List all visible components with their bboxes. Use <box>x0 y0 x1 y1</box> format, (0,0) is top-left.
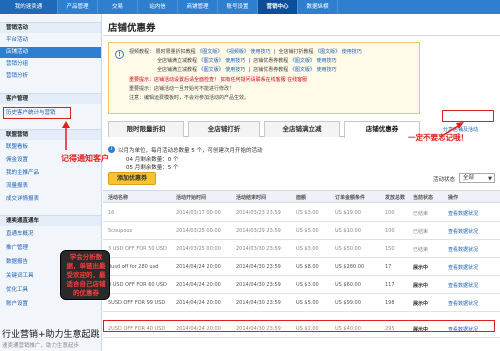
quota-line-2: 04 月剩余数量：0 个 <box>126 157 179 163</box>
bottom-caption: 行业营销+助力生意起跳 <box>2 330 100 340</box>
notice-line-tutorials: 视频教程： 限时限量折扣教程 《图文版》 《视频版》 使用技巧 | 全店铺打折教… <box>129 49 362 55</box>
topnav-products[interactable]: 产品管理 <box>58 0 98 14</box>
sidebar-item-traffic-report[interactable]: 流量报表 <box>0 181 101 192</box>
status-filter-select[interactable]: 全部 ▼ <box>459 173 495 183</box>
promotion-tabs: 限时限量折扣 全店铺打折 全店铺满立减 店铺优惠券 <box>108 121 438 138</box>
topnav-marketing[interactable]: 营销中心 <box>258 0 298 14</box>
tutorial-link[interactable]: 《图文版》 <box>199 58 224 64</box>
tab-store-discount[interactable]: 全店铺打折 <box>188 121 260 137</box>
table-row: 5coupous 2014/03/25 00:00 2014/03/29 23:… <box>103 222 500 240</box>
tutorial-link[interactable]: 《图文版》 <box>199 67 224 73</box>
sidebar-item-affiliate-board[interactable]: 联盟看板 <box>0 142 101 153</box>
col-name: 活动名称 <box>108 195 129 201</box>
status-filter-label: 活动状态 <box>433 177 456 183</box>
notice-line-2: 全店铺满立减教程 《图文版》 使用技巧 | 店铺优惠券教程 《图文版》 使用技巧 <box>157 58 337 64</box>
tutorial-link[interactable]: 《图文版》 <box>197 49 222 55</box>
sidebar-head-affiliate: 联盟营销 <box>0 129 101 140</box>
table-row: 3 USD OFF FOR 50 USD 2014/03/25 00:00 20… <box>103 240 500 258</box>
topnav-my-aliexpress[interactable]: 我的速卖通 <box>0 0 58 14</box>
sidebar-item-account-settings[interactable]: 账户设置 <box>0 299 101 310</box>
notice-box: ! 视频教程： 限时限量折扣教程 《图文版》 《视频版》 使用技巧 | 全店铺打… <box>108 42 420 114</box>
sidebar-item-marketing-analysis[interactable]: 营销分析 <box>0 71 101 82</box>
view-data-link[interactable]: 查看数据状况 <box>448 228 478 235</box>
sidebar-head-customers: 客户管理 <box>0 93 101 104</box>
page-title: 店铺优惠券 <box>108 23 156 34</box>
table-row: 5USD OFF FOR 99 USD 2014/04/24 20:00 201… <box>103 294 500 312</box>
notice-warning: 重要提示：店铺活动设置后请全面检查！ 如有任何疑问请联系在线客服 在线客服 <box>129 77 308 83</box>
col-status: 当前状态 <box>413 195 434 201</box>
title-divider <box>103 35 500 36</box>
topnav-trade[interactable]: 交易 <box>98 0 138 14</box>
tips-link[interactable]: 使用技巧 <box>317 67 337 73</box>
table-header: 活动名称 活动开始时间 活动结束时间 面额 订单金额条件 发放总数 当前状态 操… <box>103 190 500 203</box>
view-data-link[interactable]: 查看数据状况 <box>448 300 478 307</box>
tips-link[interactable]: 使用技巧 <box>225 67 245 73</box>
notice-line-5: 重要提示：店铺活动一旦开始可不能进行修改！ <box>129 86 235 92</box>
sidebar-item-marketing-group[interactable]: 营销分组 <box>0 59 101 70</box>
main-content: 店铺优惠券 ! 视频教程： 限时限量折扣教程 《图文版》 《视频版》 使用技巧 … <box>103 14 500 351</box>
tips-link[interactable]: 使用技巧 <box>342 49 362 55</box>
sidebar: 营销活动 平台活动 店铺活动 营销分组 营销分析 客户管理 历史客户统计与营销 … <box>0 14 102 351</box>
annotation-remind: 记得通知客户 <box>61 154 109 163</box>
info-icon: i <box>108 146 115 153</box>
topnav-messages[interactable]: 站内信 <box>138 0 178 14</box>
sidebar-item-p4p-overview[interactable]: 直通车概况 <box>0 229 101 240</box>
view-data-link[interactable]: 查看数据状况 <box>448 246 478 253</box>
quota-line-3: 05 月剩余数量：5 个 <box>126 165 179 171</box>
top-nav-bar: 我的速卖通 产品管理 交易 站内信 商铺管理 账号设置 营销中心 数据纵横 <box>0 0 500 14</box>
add-coupon-button[interactable]: 添加优惠券 <box>108 172 156 185</box>
tips-link[interactable]: 使用技巧 <box>225 58 245 64</box>
view-data-link[interactable]: 查看数据状况 <box>448 210 478 217</box>
col-condition: 订单金额条件 <box>335 195 366 201</box>
topnav-account[interactable]: 账号设置 <box>218 0 258 14</box>
tutorial-link[interactable]: 《图文版》 <box>315 49 340 55</box>
tutorial-link[interactable]: 《图文版》 <box>290 58 315 64</box>
view-data-link[interactable]: 查看数据状况 <box>448 282 478 289</box>
col-amount: 面额 <box>296 195 307 201</box>
col-total: 发放总数 <box>385 195 406 201</box>
sidebar-item-main-products[interactable]: 我的主推产品 <box>0 168 101 179</box>
bottom-watermark: 速卖通营销推广，助力生意起步 <box>2 343 80 349</box>
sidebar-head-marketing: 营销活动 <box>0 22 101 33</box>
table-row: 3 USD OFF FOR 60 USD 2014/04/24 20:00 20… <box>103 276 500 294</box>
notice-line-6: 注意：编辑运费模板时，不会对参加活动的产品生效。 <box>129 95 250 101</box>
table-row: 16 2014/03/17 00:00 2014/03/23 23:59 US … <box>103 204 500 222</box>
topnav-store[interactable]: 商铺管理 <box>178 0 218 14</box>
quota-line-1: 以月为单位，每月活动总数量 5 个，可创建次月开始的活动 <box>118 148 263 154</box>
col-action: 操作 <box>448 195 459 201</box>
sidebar-item-platform-activity[interactable]: 平台活动 <box>0 35 101 46</box>
highlight-box-customer-stats <box>3 107 71 119</box>
tab-store-reduction[interactable]: 全店铺满立减 <box>264 121 340 137</box>
annotation-not-to-forget: 一定不要忘记哦！ <box>408 133 468 142</box>
highlight-box-share-link <box>442 110 494 122</box>
sidebar-item-store-activity[interactable]: 店铺活动 <box>0 47 101 58</box>
col-end: 活动结束时间 <box>236 195 267 201</box>
col-start: 活动开始时间 <box>176 195 207 201</box>
coupon-quota-info: i 以月为单位，每月活动总数量 5 个，可创建次月开始的活动 04 月剩余数量：… <box>108 144 358 172</box>
tutorial-link[interactable]: 《视频版》 <box>224 49 249 55</box>
table-row: 8usd off for 280 usd 2014/04/24 20:00 20… <box>103 258 500 276</box>
tutorial-link[interactable]: 《图文版》 <box>290 67 315 73</box>
info-icon: ! <box>115 50 124 59</box>
sidebar-item-deal-report[interactable]: 成交详情报表 <box>0 194 101 205</box>
highlight-box-coupon-row <box>103 320 495 332</box>
tips-link[interactable]: 使用技巧 <box>317 58 337 64</box>
notice-line-3: 全店铺满立减教程 《图文版》 使用技巧 | 店铺优惠券教程 《图文版》 使用技巧 <box>157 67 337 73</box>
tab-limited-discount[interactable]: 限时限量折扣 <box>108 121 184 137</box>
annotation-bubble-text: 学会分析数据，单链出最受欢迎的，最适合自己店铺的优惠券 <box>66 253 106 297</box>
topnav-data[interactable]: 数据纵横 <box>298 0 338 14</box>
view-data-link[interactable]: 查看数据状况 <box>448 264 478 271</box>
tips-link[interactable]: 使用技巧 <box>250 49 270 55</box>
sidebar-head-p4p: 速卖通直通车 <box>0 215 101 226</box>
chevron-down-icon: ▼ <box>488 176 492 182</box>
